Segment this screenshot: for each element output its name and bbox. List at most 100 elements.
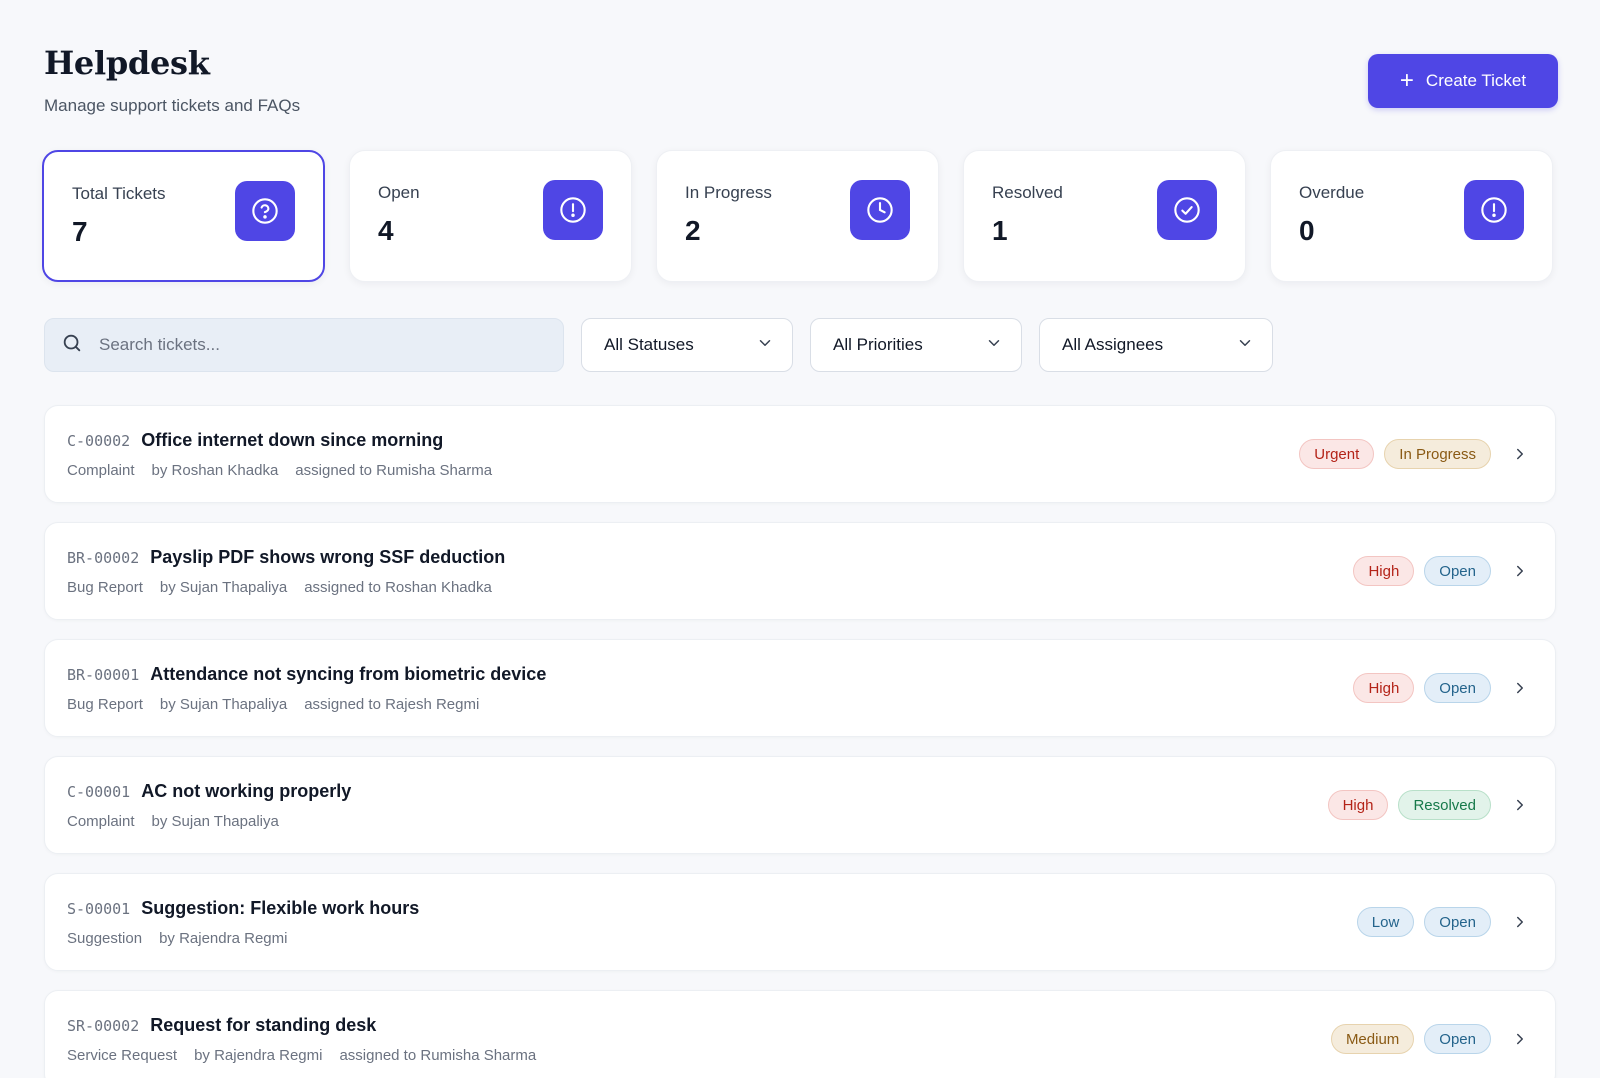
ticket-heading: C-00001 AC not working properly — [67, 781, 351, 802]
ticket-title: Attendance not syncing from biometric de… — [150, 664, 547, 684]
ticket-row[interactable]: BR-00002 Payslip PDF shows wrong SSF ded… — [44, 522, 1556, 620]
stat-card-overdue[interactable]: Overdue 0 — [1270, 150, 1553, 282]
clock-icon — [850, 180, 910, 240]
chevron-right-icon[interactable] — [1511, 796, 1529, 814]
search-box[interactable] — [44, 318, 564, 372]
ticket-author: by Sujan Thapaliya — [159, 696, 288, 713]
priority-filter-value: All Priorities — [833, 335, 923, 354]
chevron-right-icon[interactable] — [1511, 679, 1529, 697]
ticket-category: Bug Report — [67, 579, 143, 596]
ticket-meta: Bug Report by Sujan Thapaliya assigned t… — [67, 696, 479, 713]
ticket-row[interactable]: S-00001 Suggestion: Flexible work hours … — [44, 873, 1556, 971]
priority-badge: High — [1353, 556, 1415, 586]
status-filter-select[interactable]: All Statuses — [581, 318, 793, 372]
stat-card-in-progress[interactable]: In Progress 2 — [656, 150, 939, 282]
stat-label: Resolved — [992, 183, 1063, 202]
plus-icon: + — [1399, 67, 1414, 94]
check-circle-icon — [1157, 180, 1217, 240]
stat-value: 1 — [992, 215, 1008, 246]
chevron-down-icon — [756, 334, 774, 357]
ticket-code: BR-00002 — [67, 549, 140, 567]
ticket-assignee: assigned to Roshan Khadka — [304, 579, 492, 596]
ticket-heading: S-00001 Suggestion: Flexible work hours — [67, 898, 419, 919]
priority-badge: Medium — [1330, 1024, 1415, 1054]
ticket-row[interactable]: C-00002 Office internet down since morni… — [44, 405, 1556, 503]
stat-value: 0 — [1299, 215, 1315, 246]
status-badge: In Progress — [1384, 439, 1491, 469]
ticket-author: by Rajendra Regmi — [194, 1047, 323, 1064]
status-badge: Open — [1424, 907, 1491, 937]
ticket-category: Complaint — [67, 462, 135, 479]
priority-badge: High — [1327, 790, 1389, 820]
stat-label: Open — [378, 183, 420, 202]
ticket-meta: Bug Report by Sujan Thapaliya assigned t… — [67, 579, 492, 596]
exclamation-circle-icon — [543, 180, 603, 240]
status-badge: Open — [1424, 673, 1491, 703]
stat-card-open[interactable]: Open 4 — [349, 150, 632, 282]
ticket-meta: Service Request by Rajendra Regmi assign… — [67, 1047, 536, 1064]
stats-row: Total Tickets 7 Open 4 In Progress 2 Res… — [42, 150, 1553, 282]
ticket-code: S-00001 — [67, 900, 131, 918]
ticket-category: Service Request — [67, 1047, 178, 1064]
filter-bar: All Statuses All Priorities All Assignee… — [44, 318, 1273, 372]
page-title: Helpdesk — [44, 44, 210, 82]
stat-value: 7 — [72, 216, 88, 247]
priority-badge: High — [1353, 673, 1415, 703]
search-icon — [61, 332, 83, 359]
chevron-right-icon[interactable] — [1511, 562, 1529, 580]
chevron-down-icon — [985, 334, 1003, 357]
ticket-row[interactable]: SR-00002 Request for standing desk Servi… — [44, 990, 1556, 1078]
search-input[interactable] — [99, 335, 519, 355]
ticket-list: C-00002 Office internet down since morni… — [44, 405, 1556, 1078]
ticket-meta: Complaint by Sujan Thapaliya — [67, 813, 279, 830]
priority-badge: Low — [1356, 907, 1415, 937]
stat-card-total-tickets[interactable]: Total Tickets 7 — [42, 150, 325, 282]
ticket-author: by Sujan Thapaliya — [159, 579, 288, 596]
question-circle-icon — [235, 181, 295, 241]
ticket-category: Bug Report — [67, 696, 143, 713]
stat-label: Overdue — [1299, 183, 1365, 202]
ticket-assignee: assigned to Rajesh Regmi — [304, 696, 480, 713]
ticket-badges: High Resolved — [1327, 757, 1529, 853]
ticket-title: Suggestion: Flexible work hours — [141, 898, 420, 918]
ticket-heading: SR-00002 Request for standing desk — [67, 1015, 376, 1036]
chevron-right-icon[interactable] — [1511, 1030, 1529, 1048]
ticket-code: SR-00002 — [67, 1017, 140, 1035]
priority-filter-select[interactable]: All Priorities — [810, 318, 1022, 372]
ticket-badges: Low Open — [1356, 874, 1529, 970]
assignee-filter-select[interactable]: All Assignees — [1039, 318, 1273, 372]
stat-label: Total Tickets — [72, 184, 166, 203]
ticket-heading: BR-00002 Payslip PDF shows wrong SSF ded… — [67, 547, 505, 568]
stat-value: 2 — [685, 215, 701, 246]
status-badge: Resolved — [1398, 790, 1491, 820]
ticket-author: by Sujan Thapaliya — [151, 813, 279, 830]
exclamation-circle-icon — [1464, 180, 1524, 240]
ticket-row[interactable]: C-00001 AC not working properly Complain… — [44, 756, 1556, 854]
ticket-badges: Medium Open — [1330, 991, 1529, 1078]
page-subtitle: Manage support tickets and FAQs — [44, 96, 301, 115]
priority-badge: Urgent — [1299, 439, 1375, 469]
ticket-assignee: assigned to Rumisha Sharma — [295, 462, 493, 479]
ticket-author: by Rajendra Regmi — [159, 930, 288, 947]
ticket-badges: High Open — [1353, 640, 1529, 736]
create-ticket-button[interactable]: + Create Ticket — [1368, 54, 1558, 108]
chevron-right-icon[interactable] — [1511, 445, 1529, 463]
ticket-category: Suggestion — [67, 930, 143, 947]
ticket-author: by Roshan Khadka — [151, 462, 279, 479]
ticket-meta: Suggestion by Rajendra Regmi — [67, 930, 287, 947]
ticket-row[interactable]: BR-00001 Attendance not syncing from bio… — [44, 639, 1556, 737]
chevron-down-icon — [1236, 334, 1254, 357]
chevron-right-icon[interactable] — [1511, 913, 1529, 931]
ticket-title: Office internet down since morning — [141, 430, 444, 450]
stat-card-resolved[interactable]: Resolved 1 — [963, 150, 1246, 282]
status-badge: Open — [1424, 1024, 1491, 1054]
ticket-code: C-00002 — [67, 432, 131, 450]
ticket-heading: C-00002 Office internet down since morni… — [67, 430, 443, 451]
ticket-meta: Complaint by Roshan Khadka assigned to R… — [67, 462, 492, 479]
ticket-category: Complaint — [67, 813, 135, 830]
assignee-filter-value: All Assignees — [1062, 335, 1164, 354]
ticket-code: BR-00001 — [67, 666, 140, 684]
page-header: Helpdesk Manage support tickets and FAQs — [44, 44, 300, 116]
stat-label: In Progress — [685, 183, 772, 202]
stat-value: 4 — [378, 215, 394, 246]
